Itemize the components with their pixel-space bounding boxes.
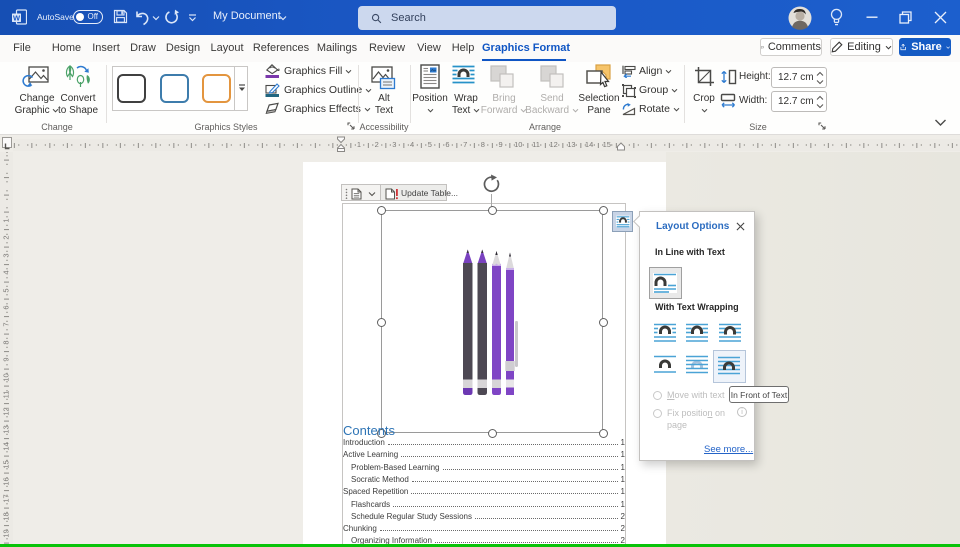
svg-text:W: W bbox=[13, 14, 21, 23]
